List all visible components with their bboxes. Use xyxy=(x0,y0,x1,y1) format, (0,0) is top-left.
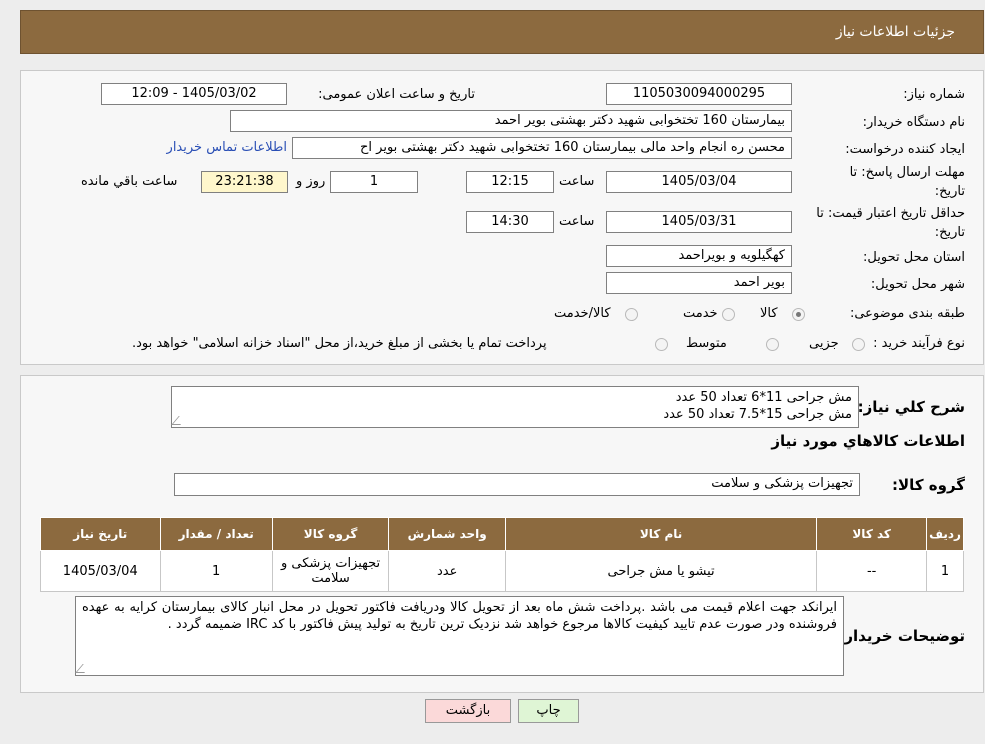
col-row: ردیف xyxy=(926,517,964,551)
category-option-goods-service: کالا/خدمت xyxy=(554,306,611,321)
validity-time-field: 14:30 xyxy=(466,211,554,233)
need-number-field: 1105030094000295 xyxy=(606,83,792,105)
category-label: طبقه بندی موضوعی: xyxy=(849,306,965,321)
category-option-service: خدمت xyxy=(683,306,718,321)
goods-group-field: تجهیزات پزشکی و سلامت xyxy=(174,473,860,496)
process-treasury-note: پرداخت تمام یا بخشی از مبلغ خرید،از محل … xyxy=(132,336,547,351)
goods-group-label: گروه کالا: xyxy=(892,476,965,494)
col-code: کد کالا xyxy=(816,517,928,551)
table-header-row: ردیف کد کالا نام کالا واحد شمارش گروه کا… xyxy=(40,517,964,551)
buyer-notes-textarea[interactable]: ایرانکد جهت اعلام قیمت می باشد .پرداخت ش… xyxy=(75,596,844,676)
announce-datetime-field: 1405/03/02 - 12:09 xyxy=(101,83,287,105)
deadline-label: مهلت ارسال پاسخ: تا xyxy=(849,165,965,180)
process-radio-medium[interactable] xyxy=(766,338,779,351)
category-radio-goods[interactable] xyxy=(792,308,805,321)
requester-field: محسن ره انجام واحد مالی بیمارستان 160 تخ… xyxy=(292,137,792,159)
process-radio-minor[interactable] xyxy=(852,338,865,351)
requester-label: ایجاد کننده درخواست: xyxy=(845,142,965,157)
col-name: نام کالا xyxy=(504,517,818,551)
remaining-time-label: ساعت باقي مانده xyxy=(81,174,178,189)
cell-qty: 1 xyxy=(159,550,273,592)
goods-table: ردیف کد کالا نام کالا واحد شمارش گروه کا… xyxy=(40,517,964,592)
remaining-time-field: 23:21:38 xyxy=(201,171,288,193)
deadline-time-label: ساعت xyxy=(559,174,595,189)
cell-date: 1405/03/04 xyxy=(40,550,161,592)
deadline-time-field: 12:15 xyxy=(466,171,554,193)
days-label: روز و xyxy=(296,174,326,189)
process-radio-treasury[interactable] xyxy=(655,338,668,351)
need-summary-textarea[interactable]: مش جراحی 11*6 تعداد 50 عدد مش جراحی 15*7… xyxy=(171,386,859,428)
category-radio-goods-service[interactable] xyxy=(625,308,638,321)
cell-code: -- xyxy=(816,550,928,592)
back-button[interactable]: بازگشت xyxy=(425,699,511,723)
days-remaining-field: 1 xyxy=(330,171,418,193)
page-title: جزئیات اطلاعات نیاز xyxy=(835,24,955,40)
table-row: 1 -- تیشو یا مش جراحی عدد تجهیزات پزشکی … xyxy=(40,550,964,592)
announce-label: تاریخ و ساعت اعلان عمومی: xyxy=(318,87,475,102)
cell-group: تجهیزات پزشکی و سلامت xyxy=(271,550,390,592)
province-label: استان محل تحویل: xyxy=(863,250,965,265)
province-field: کهگیلویه و بویراحمد xyxy=(606,245,792,267)
deadline-date-field: 1405/03/04 xyxy=(606,171,792,193)
buyer-org-label: نام دستگاه خریدار: xyxy=(862,115,965,130)
need-summary-label: شرح کلي نياز: xyxy=(857,398,965,416)
city-field: بویر احمد xyxy=(606,272,792,294)
col-qty: تعداد / مقدار xyxy=(159,517,273,551)
process-option-minor: جزیی xyxy=(809,336,839,351)
print-button[interactable]: چاپ xyxy=(518,699,579,723)
page-header: جزئیات اطلاعات نیاز xyxy=(20,10,984,54)
col-unit: واحد شمارش xyxy=(388,517,506,551)
category-radio-service[interactable] xyxy=(722,308,735,321)
process-option-medium: متوسط xyxy=(686,336,727,351)
process-label: نوع فرآیند خرید : xyxy=(873,336,965,351)
buyer-contact-link[interactable]: اطلاعات تماس خریدار xyxy=(167,140,287,155)
category-option-goods: کالا xyxy=(760,306,778,321)
col-date: تاریخ نیاز xyxy=(40,517,161,551)
validity-label: حداقل تاریخ اعتبار قیمت: تا xyxy=(816,206,965,221)
validity-time-label: ساعت xyxy=(559,214,595,229)
validity-label-date: تاریخ: xyxy=(934,225,965,240)
validity-date-field: 1405/03/31 xyxy=(606,211,792,233)
buyer-org-field: بیمارستان 160 تختخوابی شهید دکتر بهشتی ب… xyxy=(230,110,792,132)
buyer-notes-label: توضیحات خریدار: xyxy=(838,627,965,645)
col-group: گروه کالا xyxy=(271,517,390,551)
cell-name: تیشو یا مش جراحی xyxy=(504,550,818,592)
deadline-label-date: تاریخ: xyxy=(934,184,965,199)
goods-info-title: اطلاعات کالاهاي مورد نياز xyxy=(771,432,965,450)
cell-row: 1 xyxy=(926,550,964,592)
city-label: شهر محل تحویل: xyxy=(870,277,965,292)
cell-unit: عدد xyxy=(388,550,506,592)
need-number-label: شماره نیاز: xyxy=(903,87,965,102)
